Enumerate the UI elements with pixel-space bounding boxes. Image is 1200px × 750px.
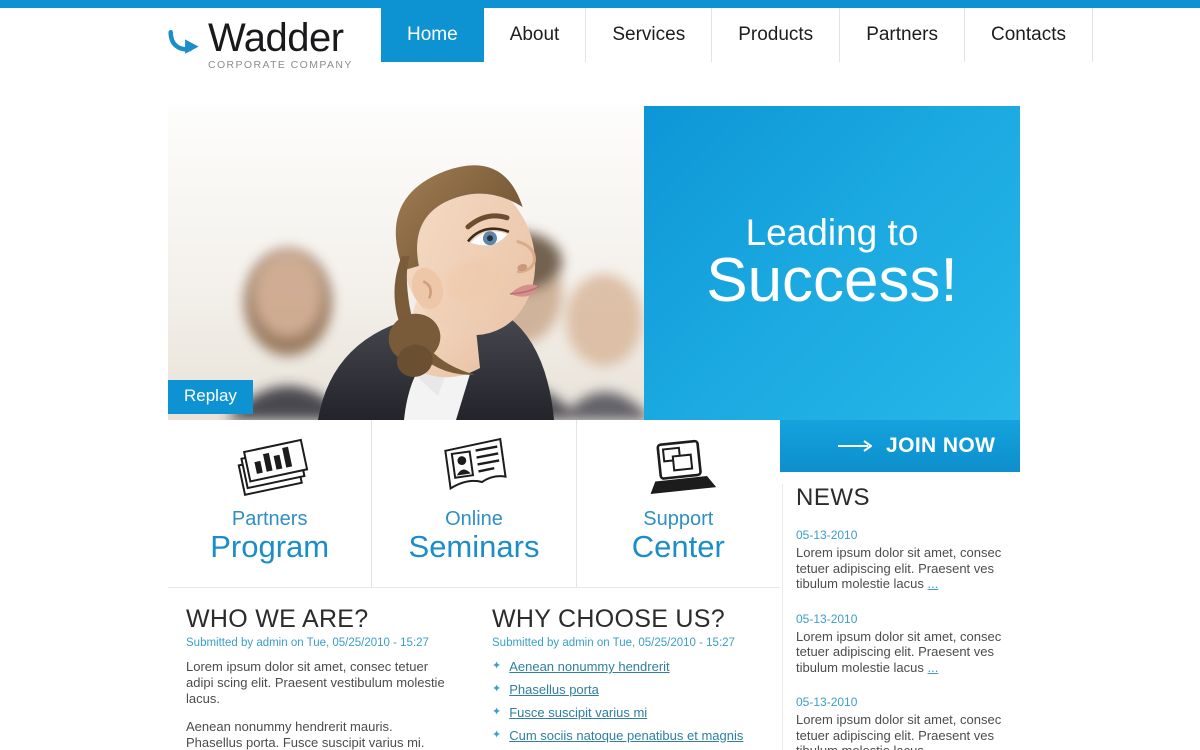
feature-columns: Partners Program Online Seminars Support… [168,420,780,588]
logo-name: Wadder [208,16,344,60]
why-link[interactable]: Aenean nonummy hendrerit [509,659,669,674]
plus-bullet-icon: ✦ [492,660,502,672]
feature-partners-subtitle: Partners [231,508,308,530]
hero-headline-main: Success! [706,246,958,315]
hero-text-panel: Leading to Success! [644,106,1020,420]
column-why-choose-us: WHY CHOOSE US? Submitted by admin on Tue… [474,589,780,750]
chart-documents-icon [230,436,310,500]
why-link[interactable]: Cum sociis natoque penatibus et magnis [509,728,743,743]
news-text: Lorem ipsum dolor sit amet, consec tetue… [796,712,1022,750]
news-body: Lorem ipsum dolor sit amet, consec tetue… [796,712,1002,750]
join-now-button[interactable]: JOIN NOW [780,420,1020,472]
laptop-icon [638,436,718,500]
news-text: Lorem ipsum dolor sit amet, consec tetue… [796,545,1022,592]
list-item: ✦ Cum sociis natoque penatibus et magnis [492,728,752,743]
list-item: ✦ Phasellus porta [492,682,752,697]
logo-tagline: CORPORATE COMPANY [208,59,353,71]
news-body: Lorem ipsum dolor sit amet, consec tetue… [796,628,1002,675]
news-readmore-link[interactable]: ... [928,660,939,675]
list-item: ✦ Fusce suscipit varius mi [492,705,752,720]
plus-bullet-icon: ✦ [492,683,502,695]
feature-partners-program[interactable]: Partners Program [168,420,373,587]
who-we-are-paragraph-1: Lorem ipsum dolor sit amet, consec tetue… [186,659,445,706]
nav-item-products[interactable]: Products [712,8,841,62]
sidebar-divider [782,484,783,750]
replay-button[interactable]: Replay [168,380,253,414]
news-heading: NEWS [796,484,870,511]
content-wrapper: Leading to Success! Replay [168,106,1020,420]
nav-item-contacts[interactable]: Contacts [965,8,1093,62]
join-now-label: JOIN NOW [886,434,996,457]
main-navigation: Home About Services Products Partners Co… [381,8,1093,62]
news-text: Lorem ipsum dolor sit amet, consec tetue… [796,629,1022,676]
news-item: 05-13-2010 Lorem ipsum dolor sit amet, c… [796,528,1022,592]
column-who-we-are: WHO WE ARE? Submitted by admin on Tue, 0… [168,589,474,750]
feature-seminars-title: Seminars [408,529,540,564]
arrow-right-icon [838,440,872,452]
news-item: 05-13-2010 Lorem ipsum dolor sit amet, c… [796,695,1022,750]
who-we-are-meta: Submitted by admin on Tue, 05/25/2010 - … [186,637,429,649]
top-accent-strip [0,0,1200,8]
nav-item-about[interactable]: About [483,8,587,62]
why-link[interactable]: Phasellus porta [509,682,599,697]
content-columns: WHO WE ARE? Submitted by admin on Tue, 0… [168,589,780,750]
feature-support-subtitle: Support [643,508,714,530]
feature-partners-title: Program [210,529,330,564]
feature-online-seminars[interactable]: Online Seminars [372,420,577,587]
who-we-are-paragraph-2: Aenean nonummy hendrerit mauris. Phasell… [186,719,425,750]
why-choose-us-meta: Submitted by admin on Tue, 05/25/2010 - … [492,637,735,649]
curved-arrow-icon [168,29,199,54]
news-date: 05-13-2010 [796,528,858,542]
site-header: Wadder CORPORATE COMPANY Home About Serv… [0,8,1200,71]
businesswoman-photo-illustration [168,106,646,420]
who-we-are-heading: WHO WE ARE? [186,605,369,633]
feature-support-title: Center [631,529,725,564]
page-root: Wadder CORPORATE COMPANY Home About Serv… [0,0,1200,750]
feature-seminars-subtitle: Online [445,508,503,530]
hero-photo [168,106,646,420]
why-choose-us-heading: WHY CHOOSE US? [492,605,725,633]
news-date: 05-13-2010 [796,611,858,626]
list-item: ✦ Aenean nonummy hendrerit [492,659,752,674]
id-card-icon [434,436,514,500]
news-item: 05-13-2010 Lorem ipsum dolor sit amet, c… [796,612,1022,676]
plus-bullet-icon: ✦ [492,706,502,718]
site-logo[interactable]: Wadder CORPORATE COMPANY [168,18,353,71]
news-date: 05-13-2010 [796,695,858,709]
nav-item-partners[interactable]: Partners [840,8,965,62]
news-readmore-link[interactable]: ... [928,576,939,591]
news-readmore-link[interactable]: ... [928,743,939,750]
plus-bullet-icon: ✦ [492,729,502,741]
news-body: Lorem ipsum dolor sit amet, consec tetue… [796,545,1002,591]
news-sidebar: NEWS 05-13-2010 Lorem ipsum dolor sit am… [796,484,1022,750]
why-link[interactable]: Fusce suscipit varius mi [509,705,647,720]
feature-support-center[interactable]: Support Center [577,420,780,587]
nav-item-services[interactable]: Services [586,8,713,62]
why-choose-us-list: ✦ Aenean nonummy hendrerit ✦ Phasellus p… [492,659,752,750]
hero-banner: Leading to Success! Replay [168,106,1020,420]
nav-item-home[interactable]: Home [381,8,484,62]
